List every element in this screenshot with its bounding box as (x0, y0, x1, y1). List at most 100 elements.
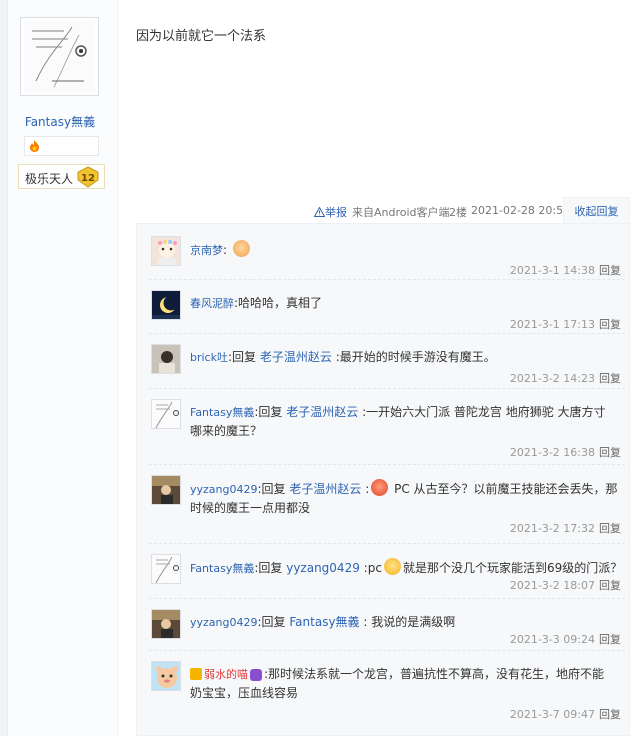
reply-target[interactable]: 老子温州赵云 (286, 405, 358, 419)
reply-item: Fantasy無義:回复 老子温州赵云 :一开始六大门派 普陀龙宫 地府狮驼 大… (149, 389, 625, 465)
reply-meta: 2021-3-3 09:24 回复 (510, 631, 621, 647)
report-link[interactable]: 举报 (313, 204, 347, 220)
reply-button[interactable]: 回复 (599, 372, 621, 385)
reply-text: 弱水的喵:那时候法系就一个龙宫，普遍抗性不算高，没有花生，地府不能 奶宝宝，压血线… (190, 665, 625, 703)
reply-prefix: 回复 (258, 561, 283, 575)
reply-body: : 我说的是满级啊 (363, 615, 456, 629)
reply-body-prefix: :pc (363, 561, 382, 575)
reply-item: yyzang0429:回复 Fantasy無義 : 我说的是满级啊 2021-3… (149, 599, 625, 651)
reply-item: 京南梦: 2021-3-1 14:38 回复 (149, 226, 625, 280)
reply-text: yyzang0429:回复 Fantasy無義 : 我说的是满级啊 (190, 613, 625, 632)
reply-time: 2021-3-1 17:13 (509, 318, 595, 331)
reply-meta: 2021-3-2 17:32 回复 (510, 520, 621, 536)
reply-target[interactable]: 老子温州赵云 (289, 482, 361, 496)
reply-body: 哈哈哈，真相了 (238, 296, 323, 310)
reply-username[interactable]: yyzang0429 (190, 483, 257, 496)
client-label: 来自Android客户端 (352, 206, 450, 219)
reply-username[interactable]: 春风泥醉 (190, 297, 234, 310)
reply-meta: 2021-3-2 18:07 回复 (510, 577, 621, 593)
fire-icon (28, 140, 41, 155)
reply-button[interactable]: 回复 (599, 708, 621, 721)
avatar[interactable] (151, 236, 181, 266)
reply-body: :一开始六大门派 普陀龙宫 地府狮驼 大唐方寸 (362, 405, 606, 419)
author-avatar[interactable] (20, 17, 99, 96)
reply-username[interactable]: Fantasy無義 (190, 562, 254, 575)
reply-prefix: 回复 (258, 405, 283, 419)
reply-body: :最开始的时候手游没有魔王。 (335, 350, 496, 364)
reply-prefix: 回复 (232, 350, 257, 364)
post-meta: 举报 来自Android客户端 2楼 2021-02-28 20:50 收起回复 (136, 197, 630, 225)
reply-button[interactable]: 回复 (599, 446, 621, 459)
post-content: 因为以前就它一个法系 (136, 29, 267, 44)
avatar[interactable] (151, 609, 181, 639)
reply-target[interactable]: 老子温州赵云 (260, 350, 332, 364)
report-label: 举报 (325, 206, 347, 219)
floor-label: 2楼 (449, 206, 467, 219)
reply-item: Fantasy無義:回复 yyzang0429 :pc 就是那个没几个玩家能活到6… (149, 544, 625, 599)
collapse-replies-button[interactable]: 收起回复 (563, 197, 630, 225)
level-badge: 极乐天人 12 (18, 164, 105, 189)
reply-button[interactable]: 回复 (599, 522, 621, 535)
reply-username[interactable]: yyzang0429 (190, 616, 257, 629)
reply-text: brick吐:回复 老子温州赵云 :最开始的时候手游没有魔王。 (190, 348, 625, 367)
reply-username[interactable]: Fantasy無義 (190, 406, 254, 419)
reply-body-cont: 哪来的魔王？ (190, 424, 263, 438)
emoji-icon (383, 558, 401, 575)
emoji-icon (250, 669, 262, 681)
reply-username[interactable]: brick吐 (190, 351, 228, 364)
reply-username[interactable]: 弱水的喵 (204, 668, 248, 681)
left-rail (0, 0, 8, 736)
level-number: 12 (81, 173, 95, 184)
reply-item: 弱水的喵:那时候法系就一个龙宫，普遍抗性不算高，没有花生，地府不能 奶宝宝，压血线… (149, 651, 625, 729)
reply-time: 2021-3-2 16:38 (509, 446, 595, 459)
reply-button[interactable]: 回复 (599, 264, 621, 277)
reply-time: 2021-3-2 18:07 (509, 579, 595, 592)
author-sidebar (0, 0, 118, 736)
reply-button[interactable]: 回复 (599, 579, 621, 592)
avatar-illustration (24, 21, 95, 92)
reply-time: 2021-3-2 14:23 (509, 372, 595, 385)
reply-target[interactable]: Fantasy無義 (289, 615, 359, 629)
reply-meta: 2021-3-1 17:13 回复 (510, 316, 621, 332)
reply-text: Fantasy無義:回复 老子温州赵云 :一开始六大门派 普陀龙宫 地府狮驼 大… (190, 403, 625, 441)
reply-body: 就是那个没几个玩家能活到69级的门派？ (402, 561, 623, 575)
emoji-icon (232, 240, 250, 257)
reply-time: 2021-3-3 09:24 (509, 633, 595, 646)
post-timestamp: 2021-02-28 20:50 (471, 204, 571, 217)
reply-text: yyzang0429:回复 老子温州赵云 : PC 从古至今？以前魔王技能还会丢… (190, 479, 625, 518)
reply-body-cont: 奶宝宝，压血线容易 (190, 686, 299, 700)
reply-meta: 2021-3-7 09:47 回复 (510, 706, 621, 722)
reply-body: 那时候法系就一个龙宫，普遍抗性不算高，没有花生，地府不能 (268, 667, 605, 681)
reply-area: 京南梦: 2021-3-1 14:38 回复 春风泥醉: 哈哈哈，真相了 2021-… (136, 223, 630, 736)
emoji-icon (371, 479, 389, 496)
reply-meta: 2021-3-1 14:38 回复 (510, 262, 621, 278)
reply-body: PC 从古至今？以前魔王技能还会丢失，那 (390, 482, 618, 496)
reply-body-prefix: : (365, 482, 370, 496)
reply-button[interactable]: 回复 (599, 318, 621, 331)
reply-prefix: 回复 (261, 615, 286, 629)
reply-text: 京南梦: (190, 240, 625, 260)
reply-meta: 2021-3-2 14:23 回复 (510, 370, 621, 386)
avatar[interactable] (151, 554, 181, 584)
reply-text: Fantasy無義:回复 yyzang0429 :pc 就是那个没几个玩家能活到6… (190, 558, 625, 578)
avatar[interactable] (151, 661, 181, 691)
reply-target[interactable]: yyzang0429 (286, 561, 360, 575)
avatar[interactable] (151, 399, 181, 429)
reply-item: brick吐:回复 老子温州赵云 :最开始的时候手游没有魔王。 2021-3-2… (149, 334, 625, 389)
reply-prefix: 回复 (261, 482, 286, 496)
author-name[interactable]: Fantasy無義 (20, 113, 100, 130)
reply-meta: 2021-3-2 16:38 回复 (510, 444, 621, 460)
reply-button[interactable]: 回复 (599, 633, 621, 646)
reply-item: 春风泥醉:哈哈哈，真相了 2021-3-1 17:13 回复 (149, 280, 625, 334)
warning-icon (313, 206, 326, 217)
avatar[interactable] (151, 344, 181, 374)
reply-time: 2021-3-1 14:38 (509, 264, 595, 277)
badge-box (24, 136, 99, 156)
reply-time: 2021-3-7 09:47 (509, 708, 595, 721)
avatar[interactable] (151, 475, 181, 505)
avatar[interactable] (151, 290, 181, 320)
level-name: 极乐天人 (25, 172, 74, 186)
reply-separator: : (223, 243, 228, 257)
level-badge-icon: 12 (77, 166, 99, 188)
reply-username[interactable]: 京南梦 (190, 244, 223, 257)
